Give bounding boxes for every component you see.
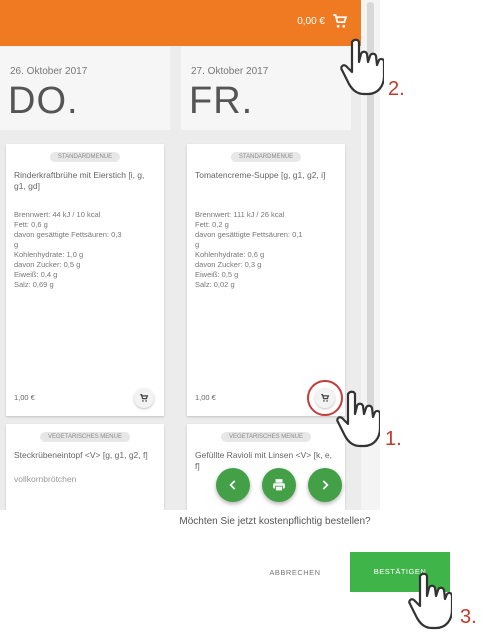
menu-category-badge: STANDARDMENUE [49,152,121,162]
top-app-bar: 0,00 € [0,0,361,46]
print-button[interactable] [262,468,296,502]
day-name: DO. [8,80,79,122]
step-label: 2. [388,78,405,100]
dish-name: Steckrübeneintopf <V> [g, g1, g2, f] [14,450,148,460]
pointing-hand-icon [340,38,384,96]
nutrition-line: Eiweiß: 0,4 g [14,270,58,279]
cart-icon[interactable] [331,12,349,30]
pointing-hand-icon [336,390,380,448]
day-column-thursday: 26. Oktober 2017 DO. STANDARDMENUE Rinde… [0,46,170,510]
day-header: 26. Oktober 2017 DO. [0,46,170,130]
pointing-hand-icon [408,572,452,630]
day-header: 27. Oktober 2017 FR. [181,46,351,130]
menu-card: VEGETARISCHES MENUE Steckrübeneintopf <V… [6,424,164,510]
step-label: 3. [460,606,477,628]
nutrition-facts: Brennwert: 44 kJ / 10 kcal Fett: 0,6 g d… [14,210,154,290]
day-date: 27. Oktober 2017 [191,66,269,77]
add-to-cart-button[interactable] [134,388,154,408]
nutrition-line: davon gesättigte Fettsäuren: 0,1 [195,230,303,239]
dish-name: Tomatencreme-Suppe [g, g1, g2, i] [195,170,326,180]
nutrition-line: Kohlenhydrate: 0,6 g [195,250,265,259]
menu-card: STANDARDMENUE Tomatencreme-Suppe [g, g1,… [187,144,345,416]
nutrition-line: Fett: 0,6 g [14,220,48,229]
nutrition-line: davon Zucker: 0,5 g [14,260,81,269]
menu-card: STANDARDMENUE Rinderkraftbrühe mit Eiers… [6,144,164,416]
cart-add-icon [140,394,149,402]
menu-price: 1,00 € [195,393,216,402]
nutrition-line: davon Zucker: 0,3 g [195,260,262,269]
day-name: FR. [189,80,254,122]
nutrition-facts: Brennwert: 111 kJ / 26 kcal Fett: 0,2 g … [195,210,335,290]
nutrition-line: Salz: 0,69 g [14,280,54,289]
day-date: 26. Oktober 2017 [10,66,88,77]
dish-name: Gefüllte Ravioli mit Linsen <V> [k, e, f… [195,450,333,471]
printer-icon [273,479,285,492]
cancel-button[interactable]: ABBRECHEN [252,555,338,591]
previous-week-button[interactable] [216,468,250,502]
nutrition-line: Kohlenhydrate: 1,0 g [14,250,84,259]
order-confirm-question: Möchten Sie jetzt kostenpflichtig bestel… [150,510,400,536]
cart-total: 0,00 € [297,16,325,27]
menu-category-badge: VEGETARISCHES MENUE [40,432,130,442]
chevron-right-icon [322,480,329,490]
mobile-app-screen: 0,00 € 26. Oktober 2017 DO. STANDARDMENU… [0,0,380,510]
menu-category-badge: STANDARDMENUE [230,152,302,162]
nutrition-line: Brennwert: 111 kJ / 26 kcal [195,210,285,219]
dish-extra: vollkornbrötchen [14,474,77,484]
nutrition-line: Fett: 0,2 g [195,220,229,229]
nutrition-line: Salz: 0,02 g [195,280,235,289]
day-column-friday: 27. Oktober 2017 FR. STANDARDMENUE Tomat… [181,46,351,510]
nutrition-line: davon gesättigte Fettsäuren: 0,3 [14,230,122,239]
next-week-button[interactable] [308,468,342,502]
nutrition-line: Brennwert: 44 kJ / 10 kcal [14,210,101,219]
dish-name: Rinderkraftbrühe mit Eierstich [i, g, g1… [14,170,145,191]
chevron-left-icon [229,480,236,490]
nutrition-line: g [195,240,200,249]
menu-price: 1,00 € [14,393,35,402]
menu-category-badge: VEGETARISCHES MENUE [221,432,311,442]
nutrition-line: g [14,240,19,249]
step-label: 1. [385,428,402,450]
nutrition-line: Eiweiß: 0,5 g [195,270,239,279]
